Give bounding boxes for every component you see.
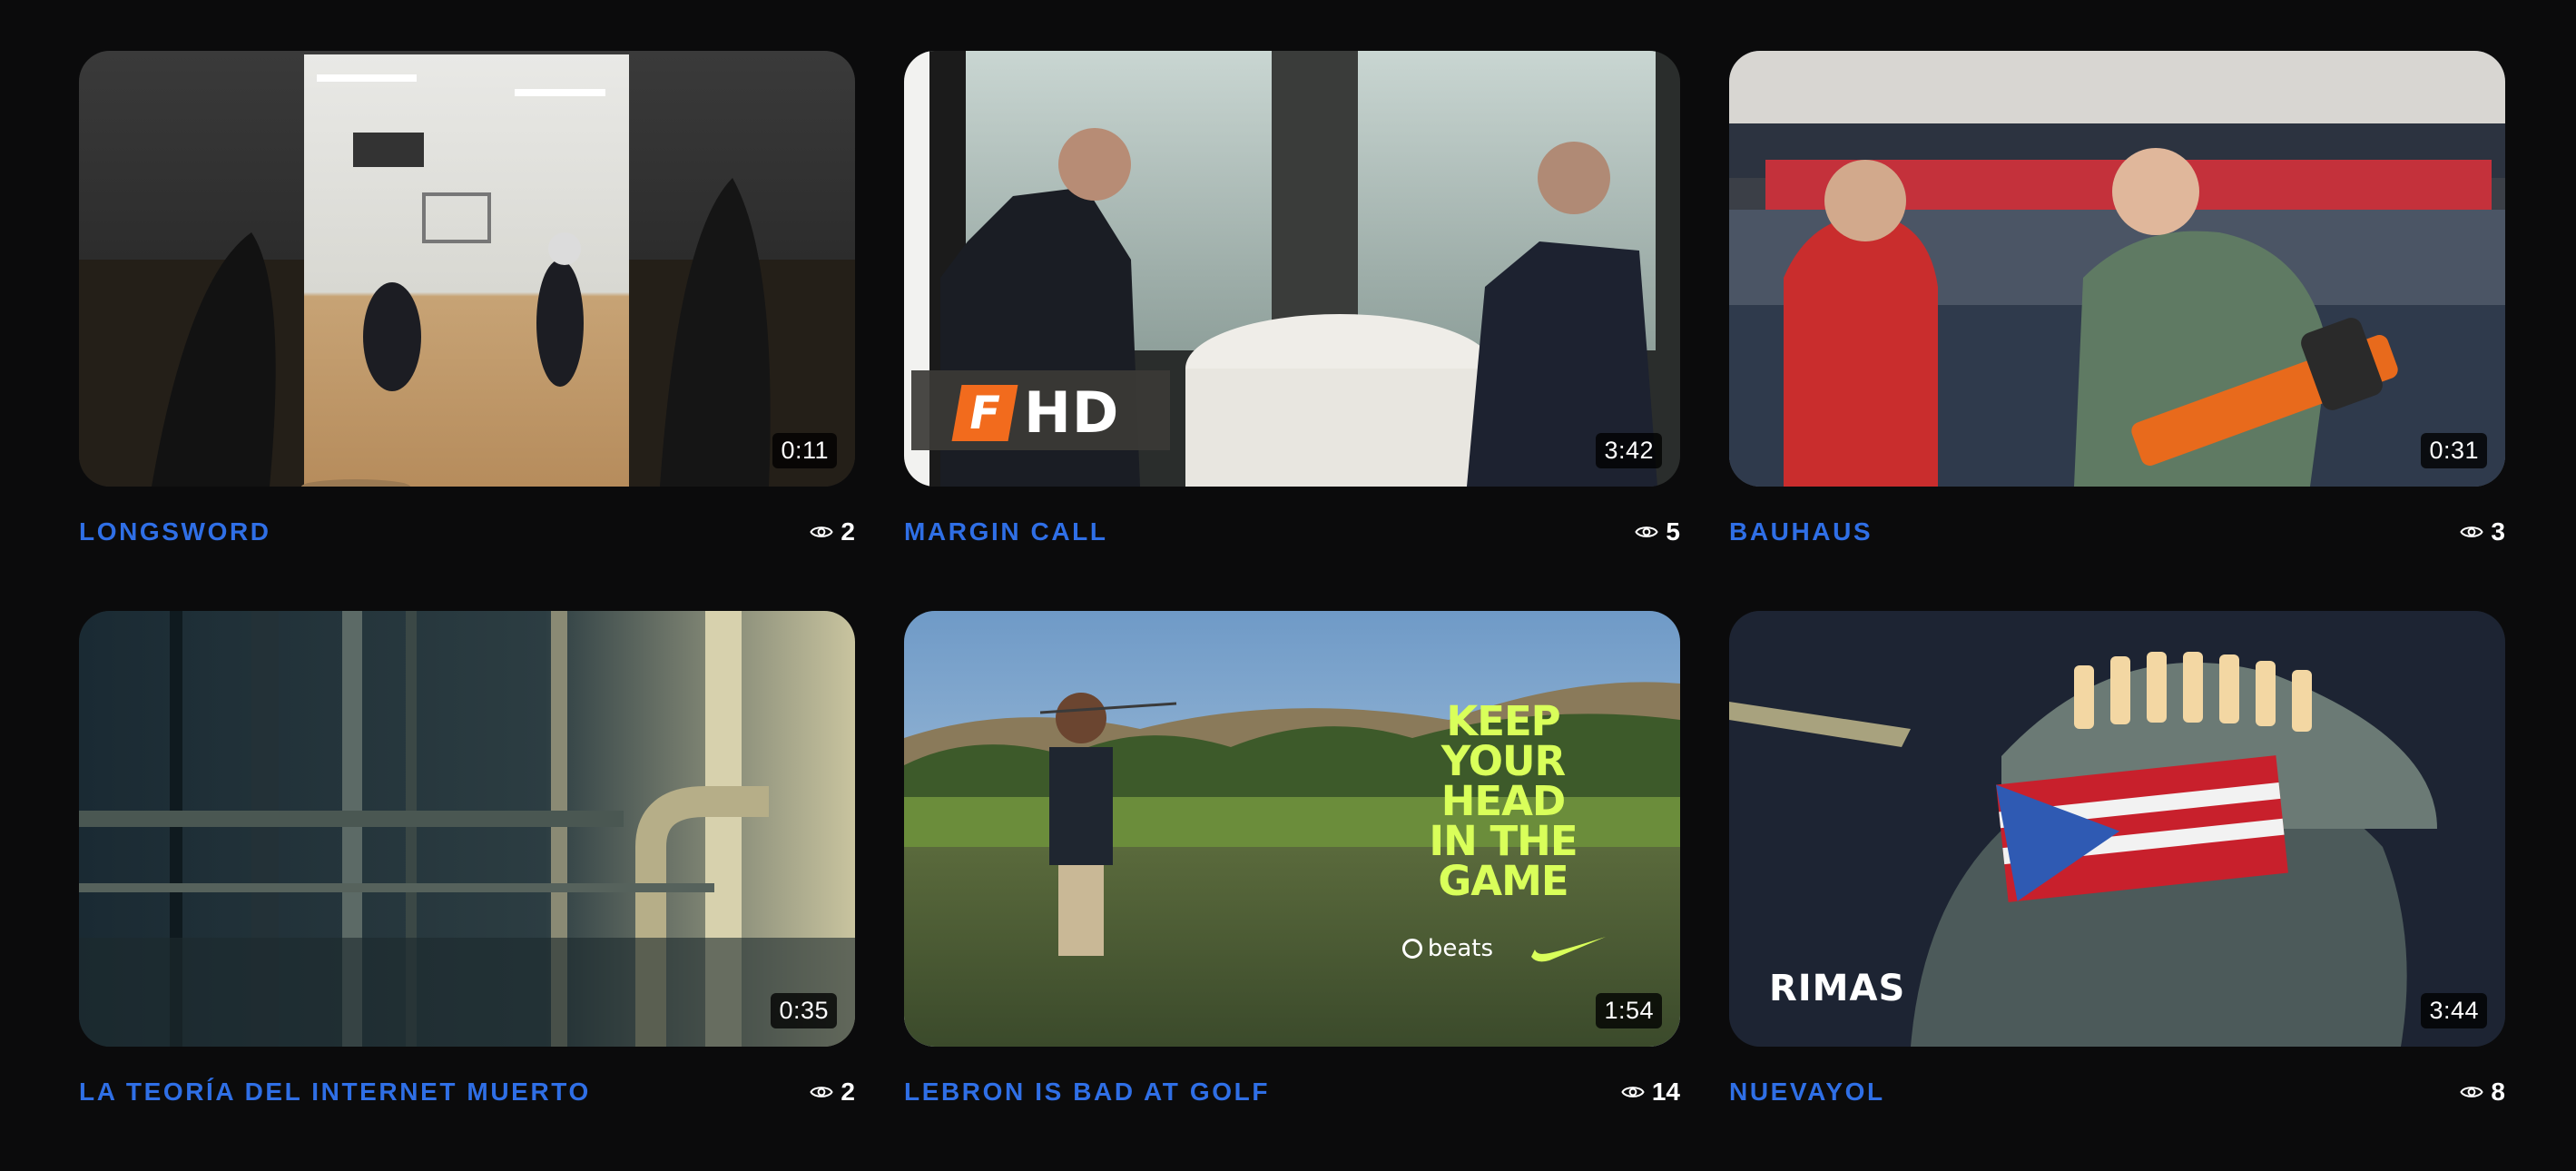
eye-icon <box>810 526 834 537</box>
view-count-value: 2 <box>841 517 855 546</box>
view-count-value: 2 <box>841 1078 855 1106</box>
video-card[interactable]: F HD 3:42 MARGIN CALL 5 <box>904 51 1680 611</box>
fencing-gym-still <box>79 51 855 487</box>
video-card[interactable]: KEEP YOUR HEAD IN THE GAME beats 1:54 LE… <box>904 611 1680 1171</box>
video-title-link[interactable]: BAUHAUS <box>1729 517 1873 546</box>
video-title-link[interactable]: LEBRON IS BAD AT GOLF <box>904 1078 1270 1107</box>
video-meta: LEBRON IS BAD AT GOLF 14 <box>904 1070 1680 1114</box>
rimas-logo: RIMAS <box>1769 968 1906 1009</box>
video-duration-badge: 0:31 <box>2421 433 2487 468</box>
video-duration-badge: 0:11 <box>772 433 837 468</box>
hd-badge: F HD <box>951 379 1119 446</box>
eye-icon <box>2460 1087 2484 1097</box>
video-thumbnail[interactable]: F HD 3:42 <box>904 51 1680 487</box>
view-count: 14 <box>1621 1078 1680 1107</box>
video-meta: MARGIN CALL 5 <box>904 510 1680 554</box>
video-duration-badge: 3:44 <box>2421 993 2487 1028</box>
hardware-store-still <box>1729 51 2505 487</box>
video-card[interactable]: 0:35 LA TEORÍA DEL INTERNET MUERTO 2 <box>79 611 855 1171</box>
eye-icon <box>1635 526 1659 537</box>
video-thumbnail[interactable]: 0:31 <box>1729 51 2505 487</box>
video-duration-badge: 3:42 <box>1596 433 1662 468</box>
video-title-link[interactable]: NUEVAYOL <box>1729 1078 1885 1107</box>
view-count-value: 14 <box>1651 1078 1680 1106</box>
pipes-still <box>79 611 855 1047</box>
video-grid: 0:11 LONGSWORD 2 F HD 3:42 MARGIN CALL 5… <box>79 51 2505 1171</box>
video-duration-badge: 1:54 <box>1596 993 1662 1028</box>
view-count: 3 <box>2460 517 2505 546</box>
view-count: 5 <box>1635 517 1680 546</box>
video-title-link[interactable]: LONGSWORD <box>79 517 271 546</box>
view-count: 2 <box>810 1078 855 1107</box>
video-meta: NUEVAYOL 8 <box>1729 1070 2505 1114</box>
video-thumbnail[interactable]: 0:35 <box>79 611 855 1047</box>
beats-icon <box>1401 939 1422 959</box>
fandango-logo-icon: F <box>951 384 1018 441</box>
eye-icon <box>2460 526 2484 537</box>
video-thumbnail[interactable]: 0:11 <box>79 51 855 487</box>
ad-headline: KEEP YOUR HEAD IN THE GAME <box>1429 697 1578 905</box>
video-meta: LONGSWORD 2 <box>79 510 855 554</box>
view-count-value: 5 <box>1666 517 1680 546</box>
view-count-value: 8 <box>2491 1078 2505 1106</box>
eye-icon <box>810 1087 834 1097</box>
video-card[interactable]: 0:31 BAUHAUS 3 <box>1729 51 2505 611</box>
view-count: 2 <box>810 517 855 546</box>
swoosh-icon <box>1531 937 1606 962</box>
video-title-link[interactable]: MARGIN CALL <box>904 517 1108 546</box>
video-title-link[interactable]: LA TEORÍA DEL INTERNET MUERTO <box>79 1078 591 1107</box>
video-card[interactable]: RIMAS 3:44 NUEVAYOL 8 <box>1729 611 2505 1171</box>
video-thumbnail[interactable]: RIMAS 3:44 <box>1729 611 2505 1047</box>
eye-icon <box>1621 1087 1645 1097</box>
video-duration-badge: 0:35 <box>771 993 837 1028</box>
view-count: 8 <box>2460 1078 2505 1107</box>
video-card[interactable]: 0:11 LONGSWORD 2 <box>79 51 855 611</box>
video-thumbnail[interactable]: KEEP YOUR HEAD IN THE GAME beats 1:54 <box>904 611 1680 1047</box>
video-meta: LA TEORÍA DEL INTERNET MUERTO 2 <box>79 1070 855 1114</box>
view-count-value: 3 <box>2491 517 2505 546</box>
brand-logos: beats <box>1401 933 1608 964</box>
beats-logo: beats <box>1401 935 1493 962</box>
video-meta: BAUHAUS 3 <box>1729 510 2505 554</box>
